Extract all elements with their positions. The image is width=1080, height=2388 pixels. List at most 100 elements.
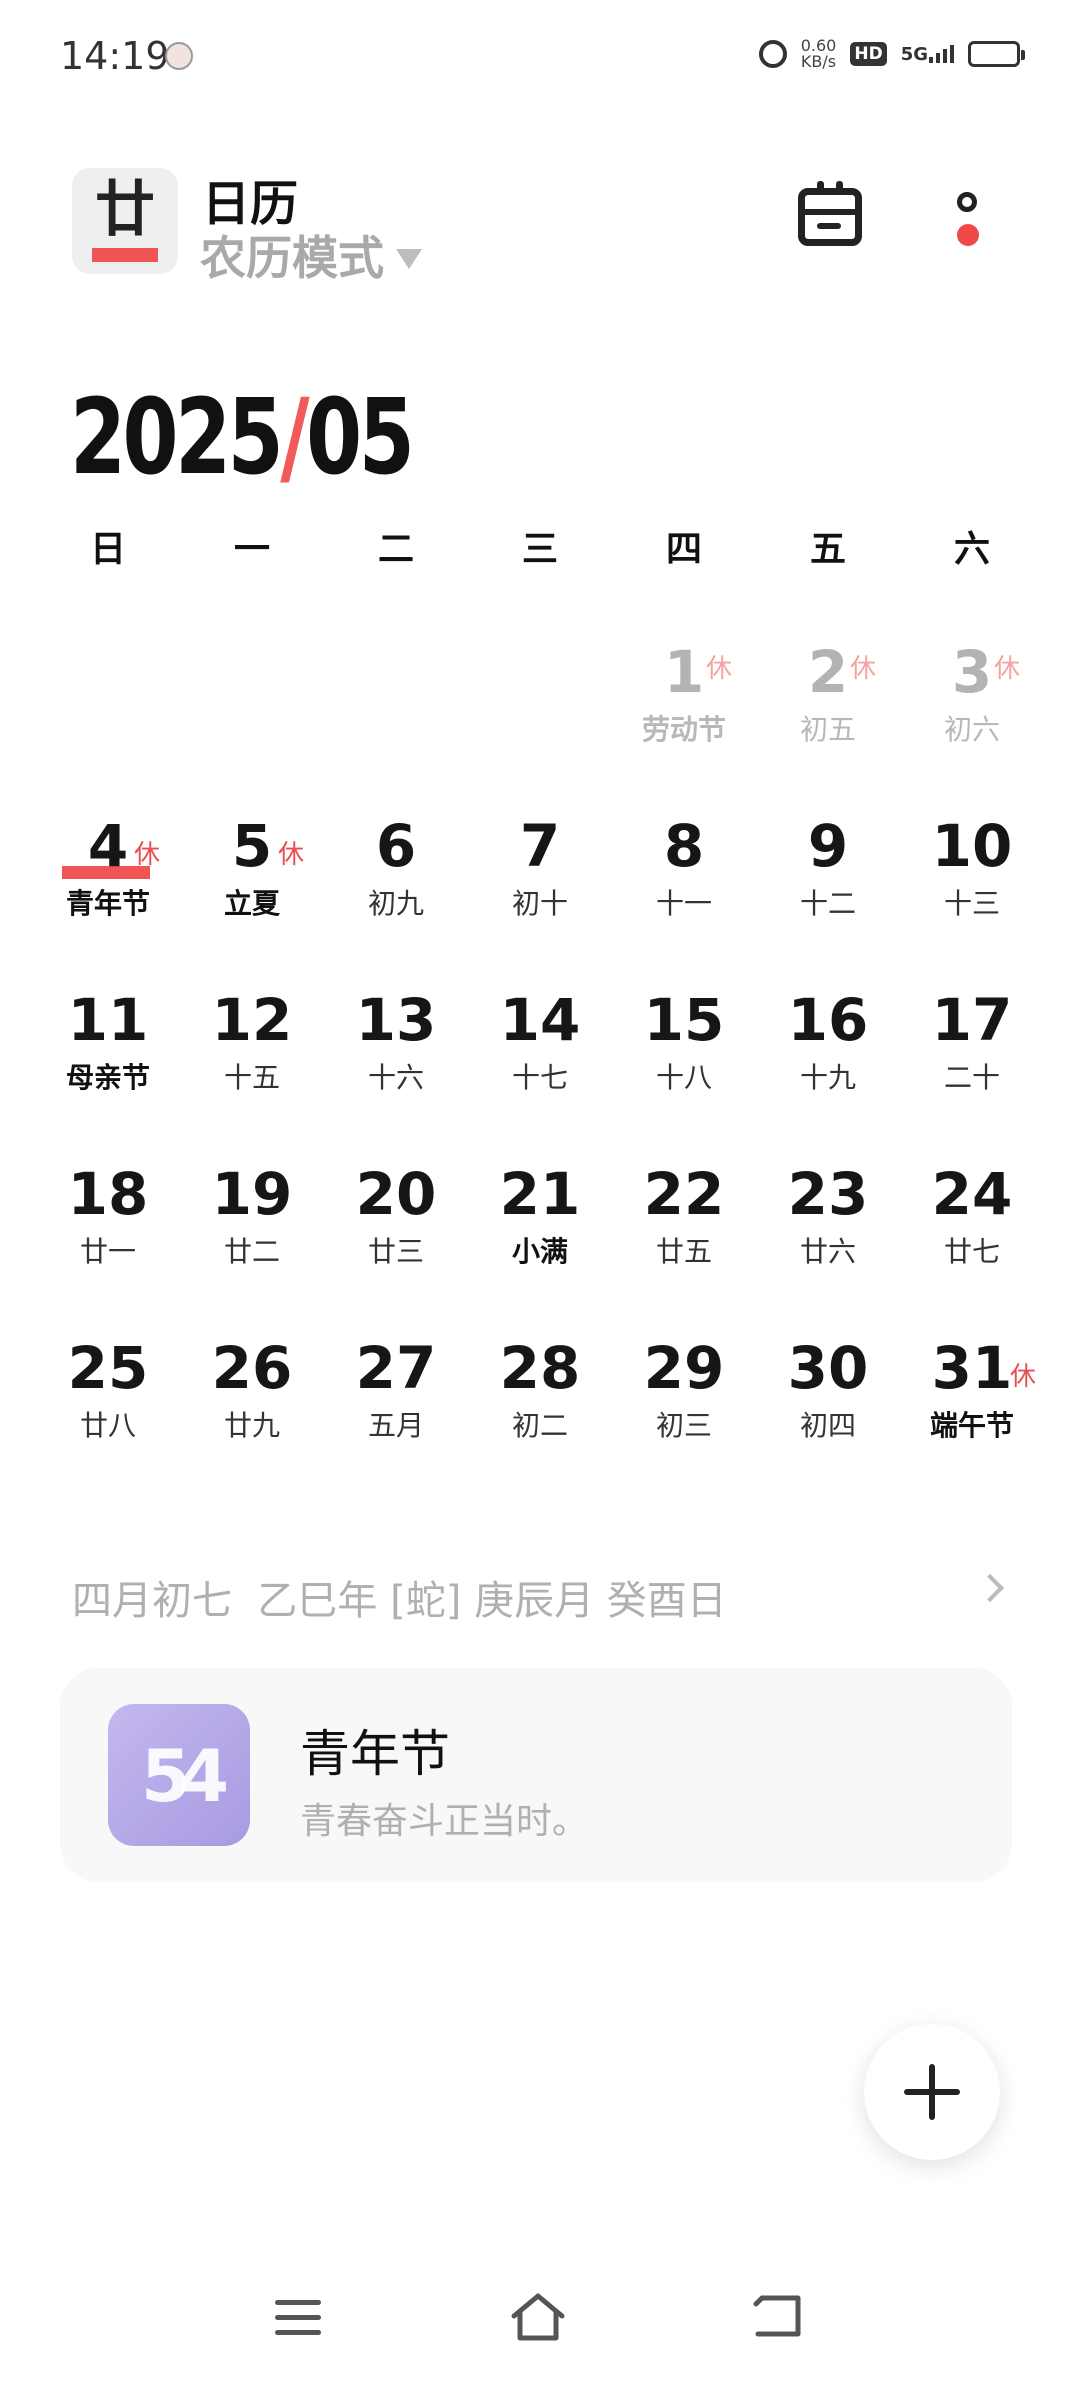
app-logo-underline [92, 248, 158, 262]
back-icon[interactable] [752, 2292, 804, 2340]
day-cell-15[interactable]: 15 十八 [612, 988, 756, 1162]
empty-cell [36, 640, 180, 814]
day-lunar: 廿七 [943, 1235, 1000, 1268]
day-lunar: 初五 [799, 713, 856, 746]
lunar-date-info[interactable]: 四月初七 乙巳年 [蛇] 庚辰月 癸酉日 [72, 1568, 727, 1626]
day-number: 26 [211, 1334, 293, 1402]
day-cell-12[interactable]: 12 十五 [180, 988, 324, 1162]
rest-badge: 休 [1010, 1362, 1037, 1392]
notification-dot-icon [957, 224, 979, 246]
rest-badge: 休 [994, 654, 1021, 684]
year-label: 2025 [70, 376, 284, 498]
day-number: 23 [787, 1160, 869, 1228]
net-speed: 0.60 KB/s [801, 38, 837, 70]
app-logo-glyph: 廿 [95, 175, 155, 245]
day-cell-7[interactable]: 7 初十 [468, 814, 612, 988]
weekday-sat: 六 [953, 529, 990, 570]
day-cell-22[interactable]: 22 廿五 [612, 1162, 756, 1336]
day-cell-21[interactable]: 21 小满 [468, 1162, 612, 1336]
day-cell-11[interactable]: 11 母亲节 [36, 988, 180, 1162]
add-event-button[interactable] [864, 2024, 1000, 2160]
rest-badge: 休 [134, 840, 161, 870]
day-cell-14[interactable]: 14 十七 [468, 988, 612, 1162]
day-cell-6[interactable]: 6 初九 [324, 814, 468, 988]
youth-day-badge-icon: 54 [108, 1704, 250, 1846]
mode-label: 农历模式 [200, 231, 384, 285]
day-cell-13[interactable]: 13 十六 [324, 988, 468, 1162]
day-cell-10[interactable]: 10 十三 [900, 814, 1044, 988]
day-cell-9[interactable]: 9 十二 [756, 814, 900, 988]
day-lunar: 廿九 [223, 1409, 280, 1442]
event-title: 青年节 [300, 1725, 450, 1783]
day-number: 22 [643, 1160, 725, 1228]
system-nav-bar [0, 2268, 1080, 2368]
day-lunar: 十五 [223, 1061, 280, 1094]
home-icon[interactable] [510, 2292, 566, 2342]
weekday-thu: 四 [665, 529, 702, 570]
day-cell-8[interactable]: 8 十一 [612, 814, 756, 988]
day-cell-27[interactable]: 27 五月 [324, 1336, 468, 1510]
calendar-today-button[interactable] [798, 181, 862, 246]
empty-cell [324, 640, 468, 814]
day-number: 13 [355, 986, 437, 1054]
profile-dot-icon [957, 192, 977, 212]
day-cell-5[interactable]: 5 休 立夏 [180, 814, 324, 988]
day-cell-17[interactable]: 17 二十 [900, 988, 1044, 1162]
day-number: 28 [499, 1334, 581, 1402]
system-icons: 0.60 KB/s HD 5G [758, 38, 1025, 70]
day-number: 8 [663, 812, 705, 880]
day-number: 29 [643, 1334, 725, 1402]
day-cell-30[interactable]: 30 初四 [756, 1336, 900, 1510]
day-cell-29[interactable]: 29 初三 [612, 1336, 756, 1510]
day-number: 19 [211, 1160, 293, 1228]
status-time: 14:19 [60, 34, 170, 78]
day-lunar: 初六 [943, 713, 1000, 746]
day-lunar: 廿五 [655, 1235, 712, 1268]
day-number: 21 [499, 1160, 581, 1228]
day-lunar: 十一 [655, 887, 712, 920]
year-month-slash: / [280, 376, 309, 498]
day-lunar: 十九 [799, 1061, 856, 1094]
hd-icon: HD [850, 42, 887, 66]
event-card[interactable]: 54 青年节 青春奋斗正当时。 [60, 1668, 1012, 1882]
day-cell-25[interactable]: 25 廿八 [36, 1336, 180, 1510]
day-cell-20[interactable]: 20 廿三 [324, 1162, 468, 1336]
day-lunar: 初十 [511, 887, 568, 920]
day-lunar: 十三 [943, 887, 1000, 920]
day-cell-23[interactable]: 23 廿六 [756, 1162, 900, 1336]
badge-text: 54 [140, 1734, 229, 1818]
empty-cell [180, 640, 324, 814]
day-cell-28[interactable]: 28 初二 [468, 1336, 612, 1510]
weekday-fri: 五 [809, 529, 846, 570]
chevron-right-icon[interactable] [975, 1573, 1005, 1603]
month-title[interactable]: 2025/05 [70, 376, 415, 498]
mode-selector[interactable]: 农历模式 [200, 222, 422, 288]
day-cell-1[interactable]: 1 休 劳动节 [612, 640, 756, 814]
day-lunar: 初四 [799, 1409, 856, 1442]
day-cell-16[interactable]: 16 十九 [756, 988, 900, 1162]
day-lunar: 母亲节 [65, 1061, 150, 1094]
day-cell-4-selected[interactable]: 4 休 青年节 [36, 814, 180, 988]
rest-badge: 休 [278, 840, 305, 870]
alarm-icon [758, 40, 787, 68]
day-number: 27 [355, 1334, 437, 1402]
weekday-sun: 日 [89, 529, 126, 570]
day-cell-2[interactable]: 2 休 初五 [756, 640, 900, 814]
day-cell-31[interactable]: 31 休 端午节 [900, 1336, 1044, 1510]
day-number: 12 [211, 986, 293, 1054]
weekday-tue: 二 [377, 529, 414, 570]
day-number: 24 [931, 1160, 1013, 1228]
more-menu-button[interactable] [948, 190, 988, 250]
rest-badge: 休 [706, 654, 733, 684]
day-lunar: 廿一 [79, 1235, 136, 1268]
day-number: 14 [499, 986, 581, 1054]
day-cell-24[interactable]: 24 廿七 [900, 1162, 1044, 1336]
day-cell-3[interactable]: 3 休 初六 [900, 640, 1044, 814]
rest-badge: 休 [850, 654, 877, 684]
day-cell-19[interactable]: 19 廿二 [180, 1162, 324, 1336]
day-cell-18[interactable]: 18 廿一 [36, 1162, 180, 1336]
day-cell-26[interactable]: 26 廿九 [180, 1336, 324, 1510]
day-number: 9 [807, 812, 849, 880]
menu-icon[interactable] [275, 2300, 321, 2336]
day-lunar: 廿八 [79, 1409, 136, 1442]
